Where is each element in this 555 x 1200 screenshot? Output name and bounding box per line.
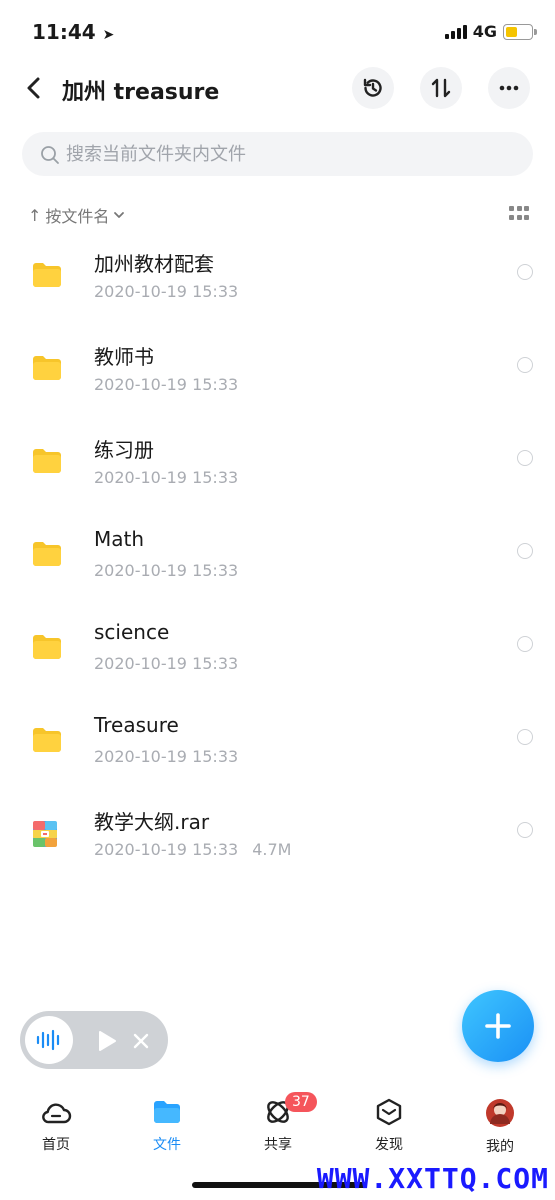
watermark: WWW.XXTTQ.COM [316, 1162, 549, 1195]
network-type: 4G [472, 22, 497, 41]
tab-label: 共享 [264, 1137, 292, 1153]
select-radio[interactable] [517, 822, 533, 838]
voice-wave-icon[interactable] [25, 1016, 73, 1064]
file-meta: 2020-10-19 15:33 [94, 747, 238, 766]
tab-home[interactable]: 首页 [16, 1098, 96, 1154]
file-name: 加州教材配套 [94, 252, 214, 276]
add-button[interactable] [462, 990, 534, 1062]
file-size: 4.7M [252, 840, 292, 859]
page-title: 加州 treasure [62, 80, 220, 105]
file-date: 2020-10-19 15:33 [94, 375, 239, 394]
box-icon [376, 1098, 402, 1126]
tab-label: 发现 [375, 1137, 403, 1153]
chevron-left-icon [27, 77, 40, 99]
tab-discover[interactable]: 发现 [349, 1098, 429, 1154]
file-name: Treasure [94, 713, 179, 737]
history-button[interactable] [352, 67, 394, 109]
play-icon[interactable] [97, 1030, 117, 1052]
status-time: 11:44 ➤ [32, 20, 115, 44]
folder-icon [32, 727, 62, 757]
select-radio[interactable] [517, 450, 533, 466]
file-row[interactable]: science 2020-10-19 15:33 [0, 604, 555, 697]
select-radio[interactable] [517, 543, 533, 559]
select-radio[interactable] [517, 729, 533, 745]
file-meta: 2020-10-19 15:33 [94, 654, 238, 673]
folder-icon [32, 541, 62, 571]
folder-icon [32, 448, 62, 478]
close-icon[interactable] [132, 1032, 150, 1050]
back-button[interactable] [22, 74, 46, 102]
audio-player[interactable] [20, 1011, 168, 1069]
file-date: 2020-10-19 15:33 [94, 840, 239, 859]
folder-icon [32, 634, 62, 664]
tab-me[interactable]: 我的 [460, 1098, 540, 1156]
location-arrow-icon: ➤ [102, 27, 115, 43]
file-date: 2020-10-19 15:33 [94, 561, 239, 580]
search-bar[interactable] [22, 132, 533, 176]
folder-icon [32, 262, 62, 292]
grid-view-icon[interactable] [509, 206, 529, 220]
chevron-down-icon [114, 212, 125, 218]
file-date: 2020-10-19 15:33 [94, 282, 239, 301]
file-row[interactable]: 练习册 2020-10-19 15:33 [0, 418, 555, 511]
battery-icon [503, 23, 537, 40]
tab-files[interactable]: 文件 [127, 1098, 207, 1154]
tab-share[interactable]: 37 共享 [238, 1092, 318, 1154]
file-name: science [94, 620, 170, 644]
more-dots-icon [499, 85, 519, 91]
archive-icon [32, 820, 58, 852]
history-icon [363, 78, 382, 97]
file-name: 练习册 [94, 438, 154, 462]
file-meta: 2020-10-19 15:33 4.7M [94, 840, 291, 859]
sort-label: 按文件名 [45, 207, 110, 226]
file-name: 教学大纲.rar [94, 810, 210, 834]
status-indicators: 4G [444, 22, 537, 41]
sort-selector[interactable]: ↑ 按文件名 [28, 203, 125, 227]
sort-toggle-button[interactable] [420, 67, 462, 109]
cloud-icon [42, 1103, 72, 1124]
tab-label: 我的 [486, 1139, 514, 1155]
sort-up-arrow-icon: ↑ [28, 205, 42, 225]
file-meta: 2020-10-19 15:33 [94, 468, 238, 487]
file-row[interactable]: Treasure 2020-10-19 15:33 [0, 697, 555, 790]
search-input[interactable] [66, 132, 506, 176]
share-badge: 37 [285, 1092, 317, 1112]
plus-icon [485, 1013, 511, 1039]
file-date: 2020-10-19 15:33 [94, 654, 239, 673]
file-date: 2020-10-19 15:33 [94, 747, 239, 766]
folder-icon [32, 355, 62, 385]
select-radio[interactable] [517, 636, 533, 652]
tab-label: 文件 [153, 1137, 181, 1153]
file-meta: 2020-10-19 15:33 [94, 375, 238, 394]
file-row[interactable]: 教学大纲.rar 2020-10-19 15:33 4.7M [0, 790, 555, 883]
file-row[interactable]: 加州教材配套 2020-10-19 15:33 [0, 232, 555, 325]
file-row[interactable]: Math 2020-10-19 15:33 [0, 511, 555, 604]
folder-icon [154, 1101, 180, 1123]
sort-arrows-icon [431, 78, 451, 98]
file-meta: 2020-10-19 15:33 [94, 282, 238, 301]
signal-icon [444, 24, 467, 39]
avatar [486, 1099, 514, 1127]
file-name: Math [94, 527, 145, 551]
more-button[interactable] [488, 67, 530, 109]
select-radio[interactable] [517, 264, 533, 280]
select-radio[interactable] [517, 357, 533, 373]
search-icon [41, 146, 59, 164]
file-name: 教师书 [94, 345, 154, 369]
file-meta: 2020-10-19 15:33 [94, 561, 238, 580]
file-date: 2020-10-19 15:33 [94, 468, 239, 487]
tab-label: 首页 [42, 1137, 70, 1153]
file-row[interactable]: 教师书 2020-10-19 15:33 [0, 325, 555, 418]
